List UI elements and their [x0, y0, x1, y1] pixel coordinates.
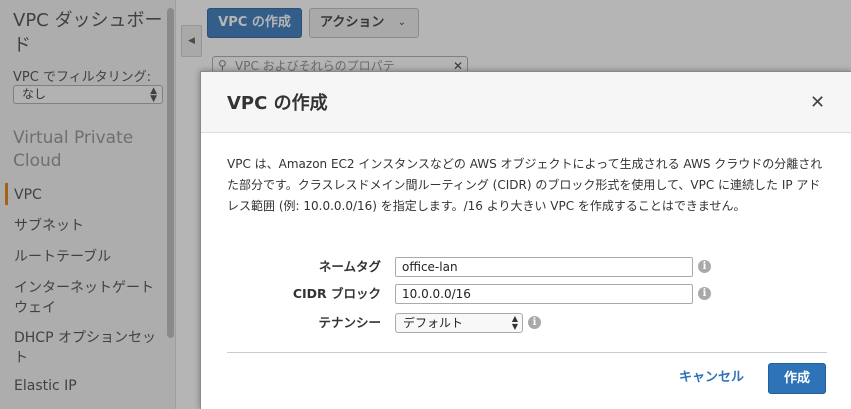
select-arrows-icon: ▲ ▼ [511, 314, 518, 331]
dialog-description: VPC は、Amazon EC2 インスタンスなどの AWS オブジェクトによっ… [227, 157, 823, 213]
tenancy-info-icon[interactable]: i [528, 316, 541, 329]
create-button[interactable]: 作成 [768, 363, 826, 394]
close-icon[interactable]: ✕ [810, 92, 825, 114]
cancel-button[interactable]: キャンセル [679, 369, 744, 387]
tenancy-value: デフォルト [403, 316, 464, 330]
create-vpc-dialog: VPC の作成 ✕ VPC は、Amazon EC2 インスタンスなどの AWS… [200, 71, 851, 409]
name-tag-input[interactable] [395, 257, 693, 277]
tenancy-select[interactable]: デフォルト ▲ ▼ [395, 313, 523, 333]
name-tag-label: ネームタグ [318, 259, 381, 274]
cidr-block-input[interactable] [395, 284, 693, 304]
tenancy-label: テナンシー [318, 315, 381, 330]
dialog-divider [227, 352, 827, 353]
name-tag-info-icon[interactable]: i [698, 260, 711, 273]
dialog-title: VPC の作成 [227, 93, 328, 114]
cidr-block-label: CIDR ブロック [292, 286, 381, 301]
cidr-block-info-icon[interactable]: i [698, 287, 711, 300]
dialog-header: VPC の作成 ✕ [201, 72, 851, 133]
